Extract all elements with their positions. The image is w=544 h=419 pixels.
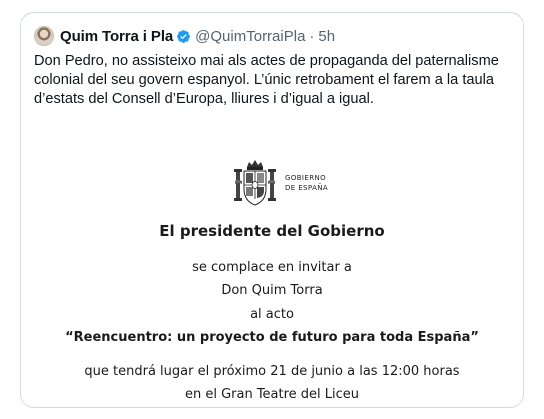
tweet-card[interactable]: Quim Torra i Pla @QuimTorraiPla · 5h Don… [20,12,524,408]
government-logo: GOBIERNO DE ESPAÑA [233,159,328,207]
gov-line-2: DE ESPAÑA [285,184,329,192]
invitation-line-6: en el Gran Teatre del Liceu [184,387,360,402]
invitation-line-1: se complace en invitar a [192,260,352,275]
gov-line-1: GOBIERNO [285,174,327,182]
avatar[interactable] [34,26,54,46]
verified-badge-icon [176,29,191,44]
separator: · [309,27,315,45]
handle[interactable]: @QuimTorraiPla [195,28,305,45]
invitation-line-2: Don Quim Torra [221,283,323,298]
display-name[interactable]: Quim Torra i Pla [60,28,173,45]
invitation-line-5: que tendrá lugar el próximo 21 de junio … [84,364,460,379]
spanish-coat-of-arms-icon [234,160,276,206]
tweet-text: Don Pedro, no assisteixo mai als actes d… [34,53,499,107]
invitation-line-3: al acto [250,307,294,322]
timestamp[interactable]: 5h [318,28,335,45]
government-label: GOBIERNO DE ESPAÑA [285,173,328,193]
invitation-event: “Reencuentro: un proyecto de futuro para… [65,330,479,345]
tweet-header: Quim Torra i Pla @QuimTorraiPla · 5h [34,25,335,47]
invitation-image[interactable]: GOBIERNO DE ESPAÑA El presidente del Gob… [21,149,523,407]
invitation-title: El presidente del Gobierno [159,222,385,240]
